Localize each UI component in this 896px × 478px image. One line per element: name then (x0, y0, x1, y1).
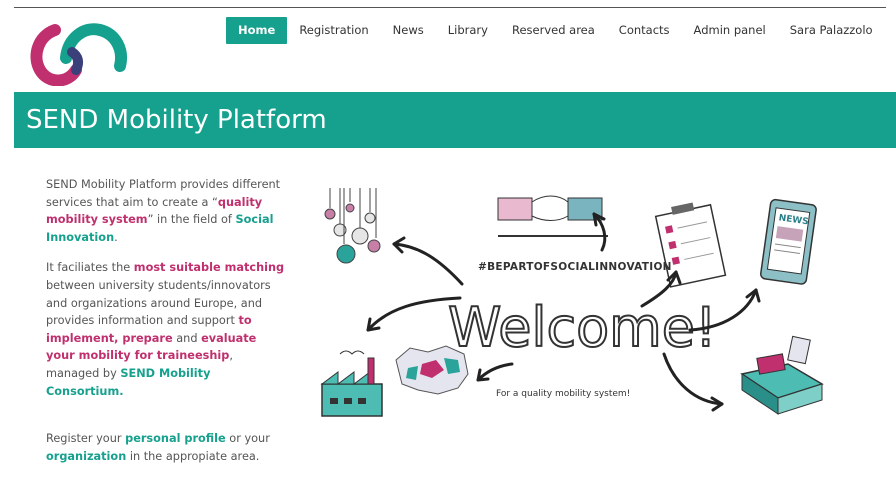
tagline-text: For a quality mobility system! (496, 389, 630, 399)
text: It faciliates the (46, 261, 134, 275)
welcome-text: Welcome! (448, 296, 717, 359)
nav-admin-panel[interactable]: Admin panel (682, 17, 778, 44)
handshake-icon (497, 195, 608, 237)
news-phone-icon: NEWS (760, 198, 817, 285)
clipboard-icon (654, 202, 727, 288)
link-organization[interactable]: organization (46, 450, 126, 463)
travel-items-icon (740, 335, 824, 415)
welcome-illustration: NEWS #BEPARTOFSOCIALINNOVATION Welcome! … (320, 188, 824, 417)
page-title: SEND Mobility Platform (26, 105, 327, 135)
europe-map-icon (395, 345, 469, 395)
main-nav: Home Registration News Library Reserved … (226, 17, 885, 44)
intro-paragraph-1: SEND Mobility Platform provides differen… (46, 176, 286, 246)
page-banner: SEND Mobility Platform (14, 92, 896, 148)
nav-reserved-area[interactable]: Reserved area (500, 17, 607, 44)
factory-icon (320, 350, 383, 417)
nav-contacts[interactable]: Contacts (607, 17, 682, 44)
lightbulbs-icon (324, 188, 381, 264)
text: between university students/innovators a… (46, 278, 271, 328)
intro-paragraph-2: It faciliates the most suitable matching… (46, 259, 286, 400)
text: Register your (46, 432, 126, 446)
highlight-matching: most suitable matching (133, 261, 285, 275)
text: . (114, 230, 118, 244)
nav-user-profile[interactable]: Sara Palazzolo (778, 17, 885, 44)
send-logo[interactable] (28, 18, 128, 86)
intro-text: SEND Mobility Platform provides differen… (46, 176, 286, 478)
text: or your (225, 432, 270, 446)
nav-library[interactable]: Library (436, 17, 500, 44)
nav-home[interactable]: Home (226, 17, 288, 44)
nav-registration[interactable]: Registration (287, 17, 380, 44)
hashtag-text: #BEPARTOFSOCIALINNOVATION (478, 261, 672, 273)
nav-news[interactable]: News (381, 17, 436, 44)
text: and (172, 331, 202, 345)
text: ” in the field of (147, 213, 236, 227)
link-personal-profile[interactable]: personal profile (125, 432, 226, 445)
text: in the appropiate area. (126, 449, 260, 463)
intro-paragraph-3: Register your personal profile or your o… (46, 430, 286, 465)
header-divider (14, 7, 886, 8)
